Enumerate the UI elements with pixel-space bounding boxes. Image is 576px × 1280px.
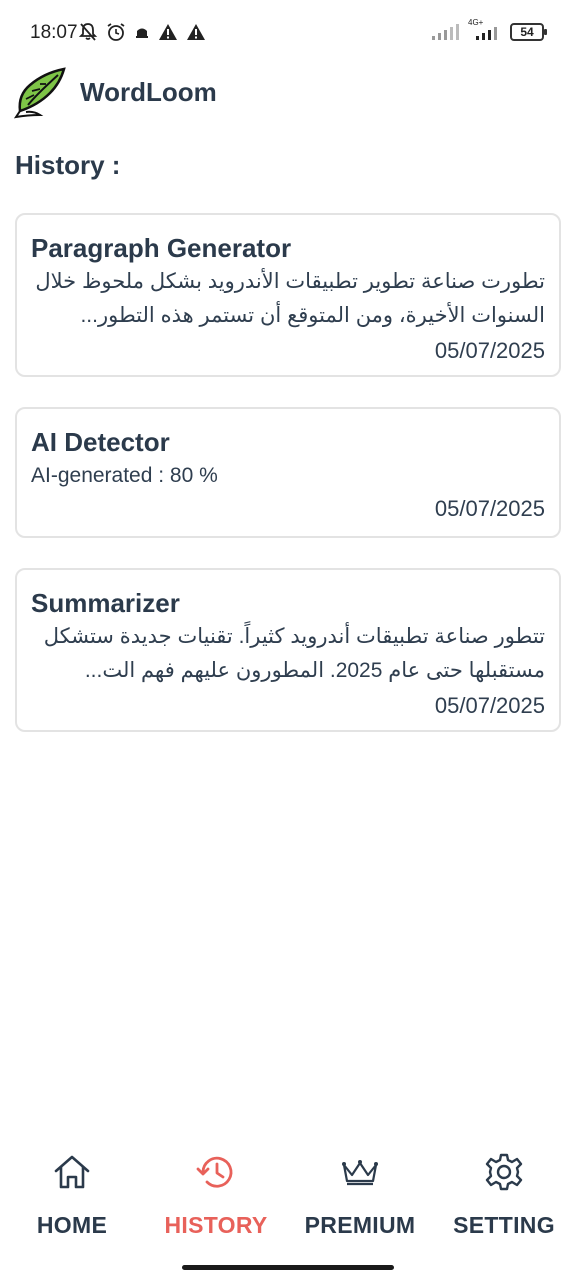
nav-premium-label: PREMIUM [304,1212,416,1238]
card-preview-line: مستقبلها حتى عام 2025. المطورون عليهم فه… [84,659,545,682]
status-notification-icons [78,22,206,42]
alarm-icon [107,23,125,41]
status-bar: 18:07 4G+ 54 [0,0,576,68]
feather-quill-icon [14,67,66,119]
app-title: WordLoom [80,76,217,107]
warning-icon [187,24,205,40]
home-icon [54,1155,90,1189]
history-heading: History : [15,150,121,180]
card-title: Summarizer [31,588,180,618]
battery-indicator: 54 [510,23,547,41]
gear-icon [485,1153,523,1191]
card-title: Paragraph Generator [31,233,292,263]
nav-history-label: HISTORY [164,1212,268,1238]
signal-4g-icon: 4G+ [468,18,502,42]
bottom-navigation: HOME HISTORY PREMIUM SETTING [0,1150,576,1250]
nav-home-label: HOME [36,1212,108,1238]
card-preview-line: تطورت صناعة تطوير تطبيقات الأندرويد بشكل… [35,270,545,293]
card-date: 05/07/2025 [434,693,545,718]
card-preview-line: تتطور صناعة تطبيقات أندرويد كثيراً. تقني… [43,625,545,648]
card-date: 05/07/2025 [434,496,545,521]
app-bar: WordLoom [14,64,217,120]
crown-icon [342,1160,378,1186]
card-result-text: AI-generated : 80 % [31,464,218,487]
warning-icon [159,24,177,40]
nav-history[interactable]: HISTORY [144,1150,288,1239]
history-icon [196,1156,233,1188]
card-date: 05/07/2025 [434,338,545,363]
signal-icon [432,24,459,40]
history-card-paragraph-generator[interactable]: Paragraph Generator تطورت صناعة تطوير تط… [15,213,561,377]
card-title: AI Detector [31,427,170,457]
home-gesture-bar[interactable] [182,1265,394,1270]
mosque-icon [136,28,148,38]
bell-off-icon [78,23,98,41]
nav-home[interactable]: HOME [0,1150,144,1239]
history-card-ai-detector[interactable]: AI Detector AI-generated : 80 % 05/07/20… [15,407,561,538]
nav-setting[interactable]: SETTING [432,1150,576,1239]
status-time: 18:07 [30,22,78,43]
nav-premium[interactable]: PREMIUM [288,1150,432,1239]
history-card-summarizer[interactable]: Summarizer تتطور صناعة تطبيقات أندرويد ك… [15,568,561,732]
nav-setting-label: SETTING [453,1212,555,1238]
status-system-icons: 4G+ 54 [432,18,547,42]
card-preview-line: السنوات الأخيرة، ومن المتوقع أن تستمر هذ… [80,304,545,327]
